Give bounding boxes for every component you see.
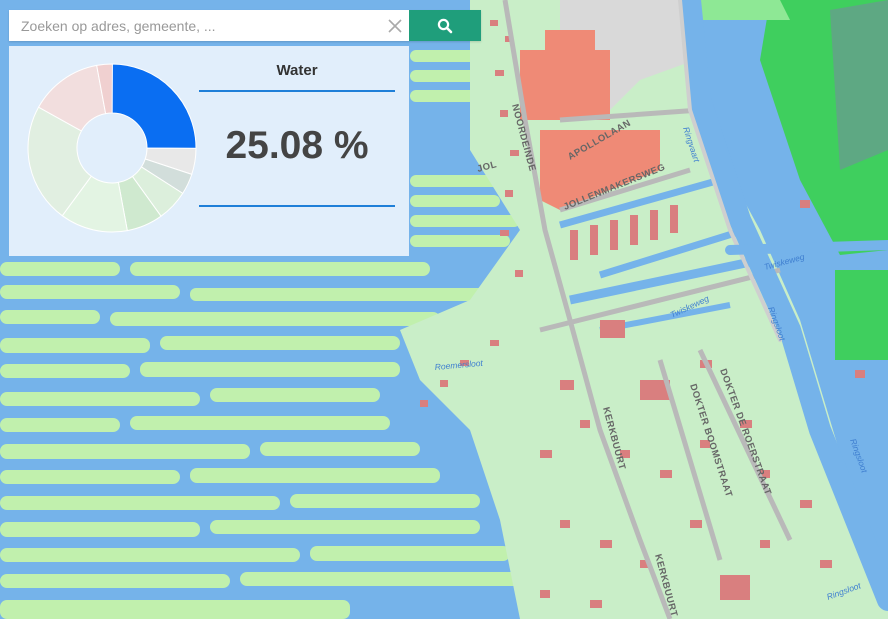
- percentage-value: 25.08 %: [225, 124, 369, 167]
- donut-slice-water[interactable]: [111, 63, 197, 149]
- clear-button[interactable]: [381, 10, 409, 41]
- statistics-panel: Water 25.08 %: [9, 46, 409, 256]
- close-icon: [388, 18, 402, 33]
- search-input[interactable]: [9, 10, 381, 41]
- donut-chart[interactable]: [27, 63, 197, 233]
- divider: [199, 90, 395, 92]
- search-icon: [437, 18, 453, 33]
- search-button[interactable]: [409, 10, 481, 41]
- search-bar: [9, 10, 481, 41]
- divider: [199, 205, 395, 207]
- panel-title: Water: [276, 62, 318, 79]
